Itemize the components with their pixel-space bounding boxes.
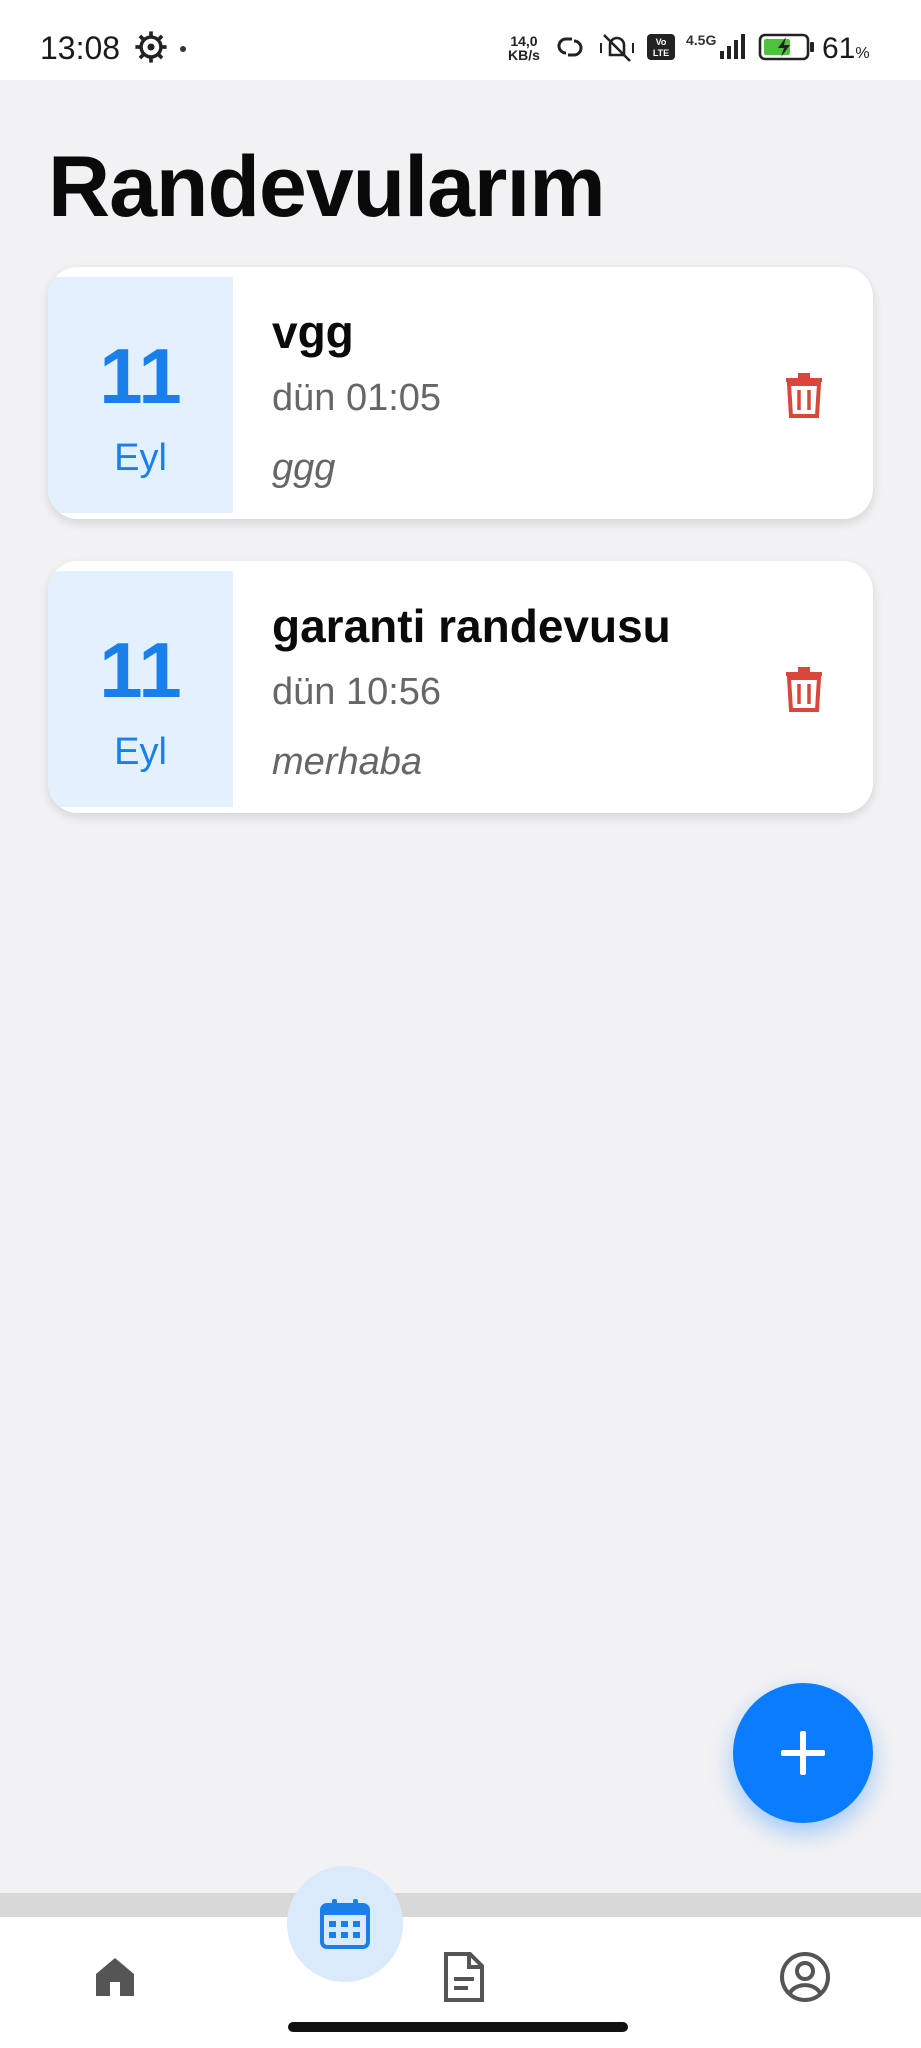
vibrate-off-icon [600,34,634,62]
appointment-note: ggg [272,447,336,489]
date-month: Eyl [114,731,167,773]
status-time: 13:08 [40,30,121,66]
battery-percent: 61% [822,32,870,66]
svg-text:LTE: LTE [653,48,669,58]
volte-icon: Vo LTE [647,34,675,60]
settings-gear-icon [135,31,167,63]
nav-home[interactable] [55,1917,175,2037]
appointment-title: garanti randevusu [272,600,671,652]
date-day: 11 [99,332,182,420]
signal-icon [720,34,746,59]
document-icon [444,1952,484,2002]
nav-divider [0,1893,921,1917]
network-speed-unit: KB/s [508,47,540,63]
plus-icon [781,1731,825,1775]
battery-percent-unit: % [855,45,870,62]
status-bar: 13:08 14,0 KB/s Vo LTE 4.5G 61% [0,0,921,80]
appointment-title: vgg [272,306,354,358]
delete-button[interactable] [776,367,832,423]
nav-appointments[interactable] [287,1866,403,1982]
appointment-card[interactable]: 11 Eyl garanti randevusu dün 10:56 merha… [48,561,873,813]
delete-button[interactable] [776,661,832,717]
svg-text:Vo: Vo [656,37,667,47]
network-speed: 14,0 KB/s [508,34,540,62]
date-day: 11 [99,626,182,714]
home-icon [96,1958,134,1996]
calendar-icon [320,1899,370,1949]
appointment-time: dün 10:56 [272,671,442,713]
trash-icon [786,667,822,712]
battery-percent-value: 61 [822,32,856,65]
add-appointment-button[interactable] [733,1683,873,1823]
appointment-card[interactable]: 11 Eyl vgg dün 01:05 ggg [48,267,873,519]
link-icon [557,37,583,57]
home-indicator[interactable] [288,2022,628,2032]
battery-icon [759,33,815,61]
date-month: Eyl [114,437,167,479]
nav-documents[interactable] [404,1917,524,2037]
appointment-note: merhaba [272,741,422,783]
nav-profile[interactable] [745,1917,865,2037]
date-box: 11 Eyl [48,277,233,513]
status-icons: Vo LTE 4.5G [552,30,816,64]
date-box: 11 Eyl [48,571,233,807]
network-speed-value: 14,0 [510,33,538,49]
trash-icon [786,373,822,418]
profile-icon [780,1952,830,2002]
appointment-time: dün 01:05 [272,377,442,419]
page-title: Randevularım [48,139,606,235]
notification-dot-icon [180,46,186,52]
network-type: 4.5G [686,32,717,48]
